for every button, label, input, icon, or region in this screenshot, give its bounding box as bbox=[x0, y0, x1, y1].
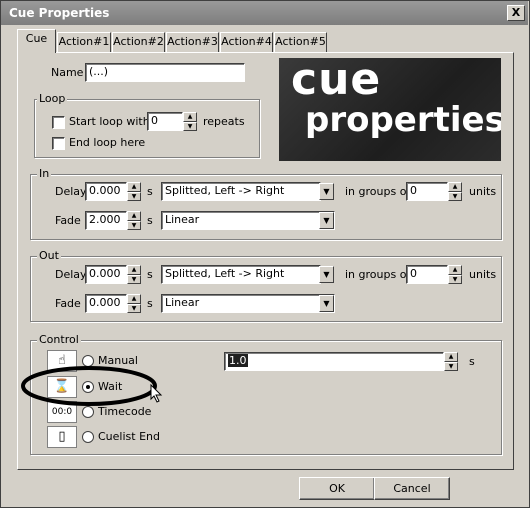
in-delay-label: Delay bbox=[55, 185, 87, 198]
cuelist-end-radio[interactable] bbox=[82, 431, 94, 443]
in-delay-mode-select[interactable]: Splitted, Left -> Right bbox=[161, 182, 321, 201]
out-delay-label: Delay bbox=[55, 268, 87, 281]
out-delay-spin-down-icon[interactable]: ▼ bbox=[127, 275, 141, 284]
in-groups-spin-down-icon[interactable]: ▼ bbox=[448, 192, 462, 201]
in-fade-label: Fade bbox=[55, 214, 81, 227]
chevron-down-icon[interactable]: ▼ bbox=[319, 212, 334, 229]
cue-properties-logo: cue properties bbox=[279, 58, 501, 161]
logo-line-1: cue bbox=[291, 58, 382, 105]
spin-up-icon[interactable]: ▲ bbox=[183, 112, 197, 122]
ok-button[interactable]: OK bbox=[299, 477, 375, 500]
in-groups-spin-up-icon[interactable]: ▲ bbox=[448, 182, 462, 192]
out-fade-mode-select[interactable]: Linear bbox=[161, 294, 335, 313]
highlight-ellipse bbox=[21, 366, 157, 406]
in-delay-input[interactable]: 0.000 bbox=[85, 182, 127, 201]
chevron-down-icon[interactable]: ▼ bbox=[319, 266, 334, 283]
out-delay-spin-up-icon[interactable]: ▲ bbox=[127, 265, 141, 275]
name-label: Name bbox=[51, 66, 84, 79]
out-groups-spin-down-icon[interactable]: ▼ bbox=[448, 275, 462, 284]
in-groups-input[interactable]: 0 bbox=[406, 182, 448, 201]
name-input[interactable]: (...) bbox=[85, 63, 245, 82]
wait-time-value: 1.0 bbox=[228, 354, 248, 367]
out-delay-mode-select[interactable]: Splitted, Left -> Right bbox=[161, 265, 321, 284]
in-fade-spin-down-icon[interactable]: ▼ bbox=[127, 221, 141, 230]
in-delay-unit: s bbox=[147, 185, 153, 198]
cuelist-end-label: Cuelist End bbox=[98, 430, 160, 443]
logo-line-2: properties bbox=[305, 100, 501, 140]
wait-unit: s bbox=[469, 355, 475, 368]
in-group-title: In bbox=[37, 167, 52, 180]
wait-time-input[interactable]: 1.0 bbox=[224, 352, 444, 371]
mouse-cursor-icon bbox=[150, 384, 163, 403]
out-groups-input[interactable]: 0 bbox=[406, 265, 448, 284]
repeats-label: repeats bbox=[203, 115, 245, 128]
out-groups-label: in groups of bbox=[345, 268, 411, 281]
out-delay-unit: s bbox=[147, 268, 153, 281]
wait-spin-down-icon[interactable]: ▼ bbox=[444, 362, 458, 371]
cuelist-end-icon: ▯ bbox=[47, 426, 77, 448]
chevron-down-icon[interactable]: ▼ bbox=[319, 183, 334, 200]
out-groups-spin-up-icon[interactable]: ▲ bbox=[448, 265, 462, 275]
out-fade-unit: s bbox=[147, 297, 153, 310]
out-delay-input[interactable]: 0.000 bbox=[85, 265, 127, 284]
in-groups-label: in groups of bbox=[345, 185, 411, 198]
in-fade-mode-select[interactable]: Linear bbox=[161, 211, 335, 230]
in-units-label: units bbox=[469, 185, 497, 198]
in-delay-spin-up-icon[interactable]: ▲ bbox=[127, 182, 141, 192]
out-fade-spin-down-icon[interactable]: ▼ bbox=[127, 304, 141, 313]
end-loop-label: End loop here bbox=[69, 136, 146, 149]
out-fade-spin-up-icon[interactable]: ▲ bbox=[127, 294, 141, 304]
out-units-label: units bbox=[469, 268, 497, 281]
in-delay-spin-down-icon[interactable]: ▼ bbox=[127, 192, 141, 201]
start-loop-label: Start loop with bbox=[69, 115, 150, 128]
end-loop-checkbox[interactable] bbox=[52, 137, 65, 150]
in-fade-spin-up-icon[interactable]: ▲ bbox=[127, 211, 141, 221]
in-fade-input[interactable]: 2.000 bbox=[85, 211, 127, 230]
wait-spin-up-icon[interactable]: ▲ bbox=[444, 352, 458, 362]
out-group-title: Out bbox=[37, 249, 61, 262]
start-loop-checkbox[interactable] bbox=[52, 116, 65, 129]
repeats-input[interactable]: 0 bbox=[147, 112, 183, 131]
control-group-title: Control bbox=[37, 333, 81, 346]
chevron-down-icon[interactable]: ▼ bbox=[319, 295, 334, 312]
cancel-button[interactable]: Cancel bbox=[374, 477, 450, 500]
spin-down-icon[interactable]: ▼ bbox=[183, 122, 197, 131]
loop-group-title: Loop bbox=[37, 92, 68, 105]
out-fade-label: Fade bbox=[55, 297, 81, 310]
out-fade-input[interactable]: 0.000 bbox=[85, 294, 127, 313]
in-fade-unit: s bbox=[147, 214, 153, 227]
